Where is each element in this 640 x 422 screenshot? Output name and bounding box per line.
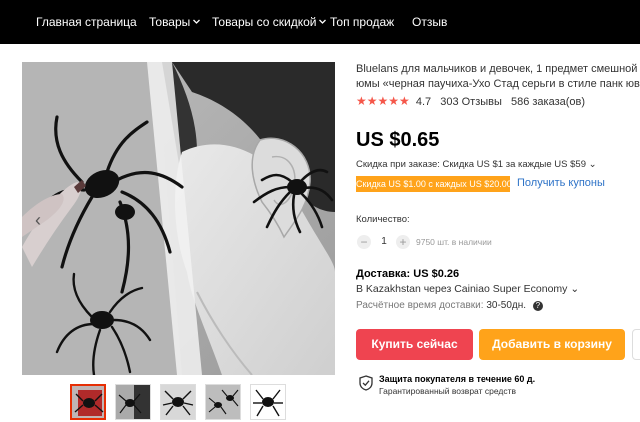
wishlist-button[interactable] [632, 329, 640, 360]
top-navigation: Главная страница Товары Товары со скидко… [0, 0, 640, 44]
get-coupons-link[interactable]: Получить купоны [517, 177, 605, 189]
rating-row: ★★★★★ 4.7 303 Отзывы 586 заказа(ов) [356, 93, 585, 109]
thumbnail-4[interactable] [205, 384, 241, 420]
quantity-increase-button[interactable]: + [396, 235, 410, 249]
orders-count: 586 заказа(ов) [510, 96, 586, 108]
nav-item-products[interactable]: Товары [149, 0, 201, 44]
nav-item-label: Отзыв [412, 15, 448, 29]
nav-item-label: Товары [149, 15, 191, 29]
nav-item-label: Товары со скидкой [212, 15, 317, 29]
product-title-line: Bluelans для мальчиков и девочек, 1 пред… [356, 63, 640, 75]
shield-check-icon [359, 375, 373, 391]
chevron-down-icon: ⌄ [570, 283, 580, 295]
reviews-link[interactable]: 303 Отзывы [440, 96, 502, 108]
product-price: US $0.65 [356, 129, 440, 151]
nav-item-top-sales[interactable]: Топ продаж [330, 0, 394, 44]
chevron-down-icon [319, 18, 327, 25]
delivery-time-label: Расчётное время доставки: [356, 300, 484, 311]
shipping-method-select[interactable]: В Kazakhstan через Cainiao Super Economy… [356, 283, 579, 295]
delivery-time: Расчётное время доставки: 30-50дн. ? [356, 300, 543, 311]
nav-item-discounted[interactable]: Товары со скидкой [212, 0, 327, 44]
quantity-decrease-button[interactable]: − [357, 235, 371, 249]
delivery-price: Доставка: US $0.26 [356, 268, 460, 280]
help-icon[interactable]: ? [532, 301, 543, 311]
rating-value: 4.7 [415, 96, 432, 108]
add-to-cart-button[interactable]: Добавить в корзину [479, 329, 625, 360]
chevron-down-icon: ⌄ [588, 159, 597, 170]
gallery-prev-icon[interactable]: ‹ [30, 208, 46, 232]
thumbnail-5[interactable] [250, 384, 286, 420]
product-title-line: юмы «черная паучиха-Ухо Стад серьги в ст… [356, 78, 640, 90]
nav-item-label: Главная страница [36, 15, 137, 29]
quantity-value[interactable]: 1 [376, 236, 392, 247]
thumbnail-2[interactable] [115, 384, 151, 420]
coupon-badge: Скидка US $1.00 с каждых US $20.00 [356, 176, 512, 192]
nav-item-home[interactable]: Главная страница [36, 0, 137, 44]
delivery-time-value: 30-50дн. [486, 300, 527, 311]
buyer-protection-subtitle: Гарантированный возврат средств [379, 386, 516, 396]
star-rating-icon: ★★★★★ [356, 94, 410, 108]
product-title: Bluelans для мальчиков и девочек, 1 пред… [356, 62, 640, 92]
buy-now-button[interactable]: Купить сейчас [356, 329, 473, 360]
product-main-image[interactable] [22, 62, 335, 375]
order-discount-text: Скидка при заказе: Скидка US $1 за кажды… [356, 159, 586, 170]
chevron-down-icon [193, 18, 201, 25]
stock-count: 9750 шт. в наличии [416, 237, 492, 247]
nav-item-label: Топ продаж [330, 15, 395, 29]
thumbnail-3[interactable] [160, 384, 196, 420]
buyer-protection-title: Защита покупателя в течение 60 д. [379, 374, 536, 384]
order-discount[interactable]: Скидка при заказе: Скидка US $1 за кажды… [356, 159, 597, 170]
shipping-method-label: В Kazakhstan через Cainiao Super Economy [356, 283, 568, 295]
thumbnail-1[interactable] [70, 384, 106, 420]
quantity-label: Количество: [356, 214, 410, 225]
nav-item-reviews[interactable]: Отзыв [412, 0, 447, 44]
